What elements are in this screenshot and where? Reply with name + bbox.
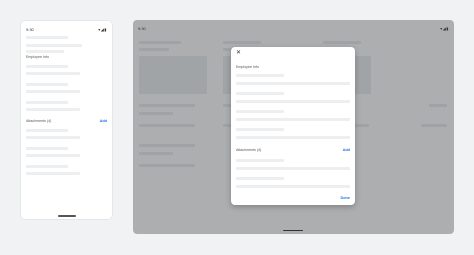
skeleton-line: [26, 44, 82, 47]
gesture-handle: [283, 229, 303, 231]
skeleton-line: [26, 147, 68, 150]
skeleton-line: [26, 50, 64, 53]
skeleton-line: [236, 159, 284, 162]
employee-dialog: ✕ Employee Info Attachments (4) Add Done: [231, 47, 355, 205]
skeleton-line: [26, 101, 68, 104]
skeleton-line: [26, 72, 80, 75]
close-icon[interactable]: ✕: [236, 50, 241, 56]
skeleton-line: [26, 36, 68, 39]
phone-status-icons: ▾◢▮: [98, 27, 107, 32]
skeleton-line: [236, 110, 284, 113]
skeleton-line: [236, 177, 284, 180]
skeleton-line: [26, 65, 68, 68]
skeleton-line: [26, 172, 80, 175]
skeleton-line: [26, 83, 68, 86]
phone-screen: 9:30 ▾◢▮ Employee Info Attachments (4) A…: [21, 21, 112, 219]
add-attachment-button[interactable]: Add: [343, 148, 350, 152]
gesture-handle: [58, 215, 76, 217]
phone-status-time: 9:30: [26, 27, 34, 32]
skeleton-line: [236, 118, 350, 121]
employee-info-heading: Employee Info: [26, 55, 49, 59]
done-button[interactable]: Done: [341, 196, 351, 200]
attachments-heading: Attachments (4): [26, 119, 52, 123]
attachments-heading: Attachments (4): [236, 148, 262, 152]
add-attachment-button[interactable]: Add: [100, 119, 107, 123]
tablet-status-time: 9:30: [138, 26, 146, 31]
skeleton-line: [236, 185, 350, 188]
skeleton-line: [26, 165, 68, 168]
employee-info-heading: Employee Info: [236, 65, 259, 69]
skeleton-line: [236, 74, 284, 77]
skeleton-line: [26, 154, 80, 157]
skeleton-line: [236, 100, 350, 103]
skeleton-line: [26, 136, 80, 139]
skeleton-line: [236, 136, 350, 139]
tablet-status-icons: ▾◢▮: [440, 26, 449, 31]
skeleton-line: [236, 82, 350, 85]
skeleton-line: [236, 92, 284, 95]
skeleton-line: [26, 129, 68, 132]
tablet-screen: 9:30 ▾◢▮ ✕ Employee Info Attachments (4)…: [133, 20, 454, 234]
skeleton-line: [26, 90, 80, 93]
skeleton-line: [26, 108, 80, 111]
skeleton-line: [236, 167, 350, 170]
skeleton-line: [236, 128, 284, 131]
